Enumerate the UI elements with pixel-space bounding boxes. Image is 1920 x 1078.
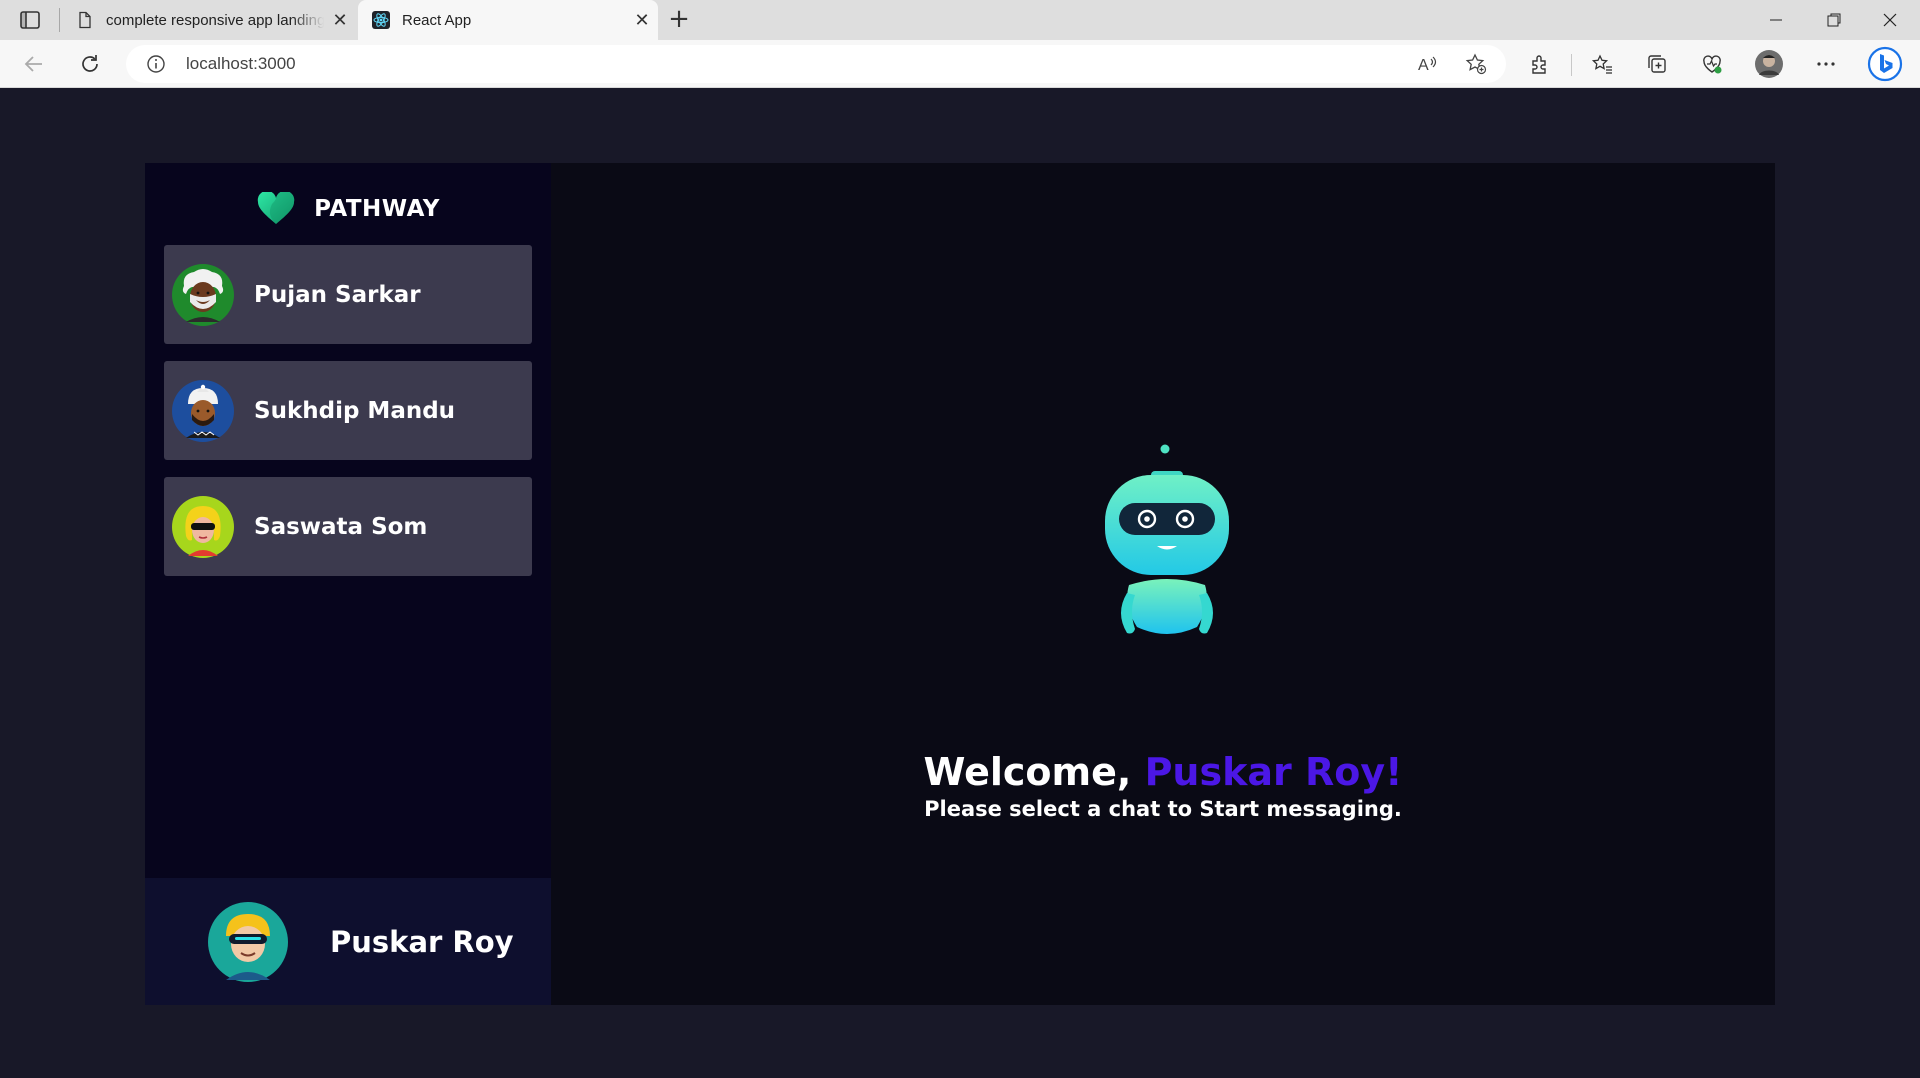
contact-name: Sukhdip Mandu xyxy=(254,397,456,424)
browser-toolbar: localhost:3000 A xyxy=(0,40,1920,88)
tab-title: React App xyxy=(402,11,472,29)
robot-icon xyxy=(1105,444,1229,634)
contact-name: Saswata Som xyxy=(254,513,428,540)
avatar xyxy=(172,263,234,326)
current-user-card[interactable]: Puskar Roy xyxy=(145,878,551,1005)
url-text[interactable]: localhost:3000 xyxy=(186,45,296,83)
welcome-greeting: Welcome, xyxy=(923,750,1145,794)
document-icon xyxy=(79,11,91,29)
chat-container: Welcome, Puskar Roy! Please select a cha… xyxy=(551,163,1775,1005)
bing-copilot-icon[interactable] xyxy=(1867,46,1903,82)
welcome-subtitle: Please select a chat to Start messaging. xyxy=(924,797,1402,821)
minimize-button[interactable] xyxy=(1748,0,1804,40)
extensions-icon[interactable] xyxy=(1526,50,1554,78)
close-tab-icon[interactable]: ✕ xyxy=(626,10,658,31)
welcome-username: Puskar Roy! xyxy=(1144,750,1403,794)
svg-text:A: A xyxy=(1418,57,1429,74)
toolbar-divider xyxy=(1571,54,1572,76)
refresh-icon[interactable] xyxy=(76,50,104,78)
contact-item-sukhdip-mandu[interactable]: Sukhdip Mandu xyxy=(164,361,532,460)
chat-app: PATHWAY Pujan Sarkar Sukhdip Mandu Saswa… xyxy=(145,163,1775,1005)
avatar xyxy=(208,901,288,982)
favorites-icon[interactable] xyxy=(1588,50,1616,78)
react-logo-icon xyxy=(372,11,390,29)
avatar xyxy=(172,495,234,558)
brand-name: PATHWAY xyxy=(314,196,440,222)
browser-tab-react-app[interactable]: React App ✕ xyxy=(358,0,658,40)
close-tab-icon[interactable]: ✕ xyxy=(324,10,356,31)
current-user-name: Puskar Roy xyxy=(330,924,514,959)
new-tab-button[interactable]: + xyxy=(664,5,694,35)
read-aloud-icon[interactable]: A xyxy=(1414,50,1442,78)
brand: PATHWAY xyxy=(145,189,551,229)
site-info-icon[interactable] xyxy=(146,54,166,74)
more-options-icon[interactable] xyxy=(1812,50,1840,78)
tab-actions-icon[interactable] xyxy=(18,8,42,32)
welcome-heading: Welcome, Puskar Roy! xyxy=(551,749,1775,795)
collections-icon[interactable] xyxy=(1643,50,1671,78)
browser-tab-bar: complete responsive app landing page ✕ R… xyxy=(0,0,1920,40)
browser-essentials-icon[interactable] xyxy=(1698,50,1726,78)
sidebar: PATHWAY Pujan Sarkar Sukhdip Mandu Saswa… xyxy=(145,163,551,1005)
page-viewport: PATHWAY Pujan Sarkar Sukhdip Mandu Saswa… xyxy=(0,88,1920,1078)
back-icon[interactable] xyxy=(20,50,48,78)
close-window-button[interactable] xyxy=(1862,0,1918,40)
heart-logo-icon xyxy=(257,192,295,224)
add-favorite-icon[interactable] xyxy=(1462,50,1490,78)
welcome-message: Welcome, Puskar Roy! Please select a cha… xyxy=(551,749,1775,823)
tab-title: complete responsive app landing page xyxy=(106,11,324,29)
tab-separator xyxy=(59,8,60,32)
contact-list: Pujan Sarkar Sukhdip Mandu Saswata Som xyxy=(164,245,532,593)
avatar xyxy=(172,379,234,442)
contact-item-saswata-som[interactable]: Saswata Som xyxy=(164,477,532,576)
contact-item-pujan-sarkar[interactable]: Pujan Sarkar xyxy=(164,245,532,344)
contact-name: Pujan Sarkar xyxy=(254,281,421,308)
profile-avatar[interactable] xyxy=(1754,49,1784,79)
browser-tab-landing[interactable]: complete responsive app landing page ✕ xyxy=(62,0,356,40)
address-bar[interactable]: localhost:3000 A xyxy=(126,45,1506,83)
restore-button[interactable] xyxy=(1806,0,1862,40)
